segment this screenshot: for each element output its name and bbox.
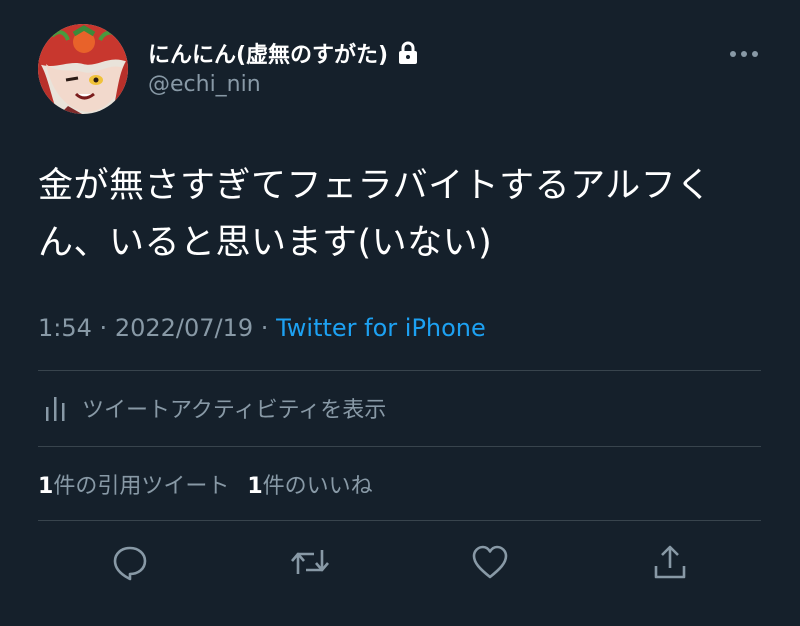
display-name[interactable]: にんにん(虚無のすがた): [148, 37, 388, 69]
quote-count: 1: [38, 474, 54, 499]
display-name-row: にんにん(虚無のすがた): [148, 36, 418, 70]
reply-button[interactable]: [106, 538, 154, 586]
share-icon: [654, 545, 686, 579]
tweet-time[interactable]: 1:54: [38, 314, 92, 342]
like-label: 件のいいね: [262, 474, 373, 499]
avatar[interactable]: [38, 24, 128, 114]
tweet-activity-link[interactable]: ツイートアクティビティを表示: [38, 388, 386, 428]
user-handle[interactable]: @echi_nin: [148, 72, 261, 97]
tweet-meta: 1:54 · 2022/07/19 · Twitter for iPhone: [38, 314, 486, 342]
tweet-detail: にんにん(虚無のすがた) @echi_nin 金が無さすぎてフェラバイトするアル…: [0, 0, 800, 626]
meta-separator: ·: [260, 314, 269, 342]
divider: [38, 446, 761, 447]
share-button[interactable]: [646, 538, 694, 586]
tweet-text: 金が無さすぎてフェラバイトするアルフくん、いると思います(いない): [38, 166, 712, 263]
like-count: 1: [247, 474, 263, 499]
meta-separator: ·: [99, 314, 108, 342]
more-dots-icon[interactable]: [726, 44, 762, 64]
bar-chart-icon: [42, 393, 70, 423]
tweet-source-link[interactable]: Twitter for iPhone: [276, 314, 486, 342]
divider: [38, 520, 761, 521]
tweet-activity-label: ツイートアクティビティを表示: [82, 398, 387, 423]
retweet-button[interactable]: [286, 538, 334, 586]
lock-icon: [398, 41, 418, 65]
tweet-date[interactable]: 2022/07/19: [115, 314, 253, 342]
like-button[interactable]: [466, 538, 514, 586]
heart-icon: [472, 545, 508, 579]
tweet-stats: 1件の引用ツイート 1件のいいね: [38, 464, 391, 504]
avatar-image: [38, 24, 128, 114]
quote-label: 件の引用ツイート: [53, 474, 230, 499]
tweet-actions: [0, 538, 800, 586]
quote-tweets-stat[interactable]: 1件の引用ツイート: [38, 468, 229, 500]
retweet-icon: [291, 550, 329, 574]
divider: [38, 370, 761, 371]
reply-icon: [113, 546, 147, 581]
likes-stat[interactable]: 1件のいいね: [247, 468, 372, 500]
